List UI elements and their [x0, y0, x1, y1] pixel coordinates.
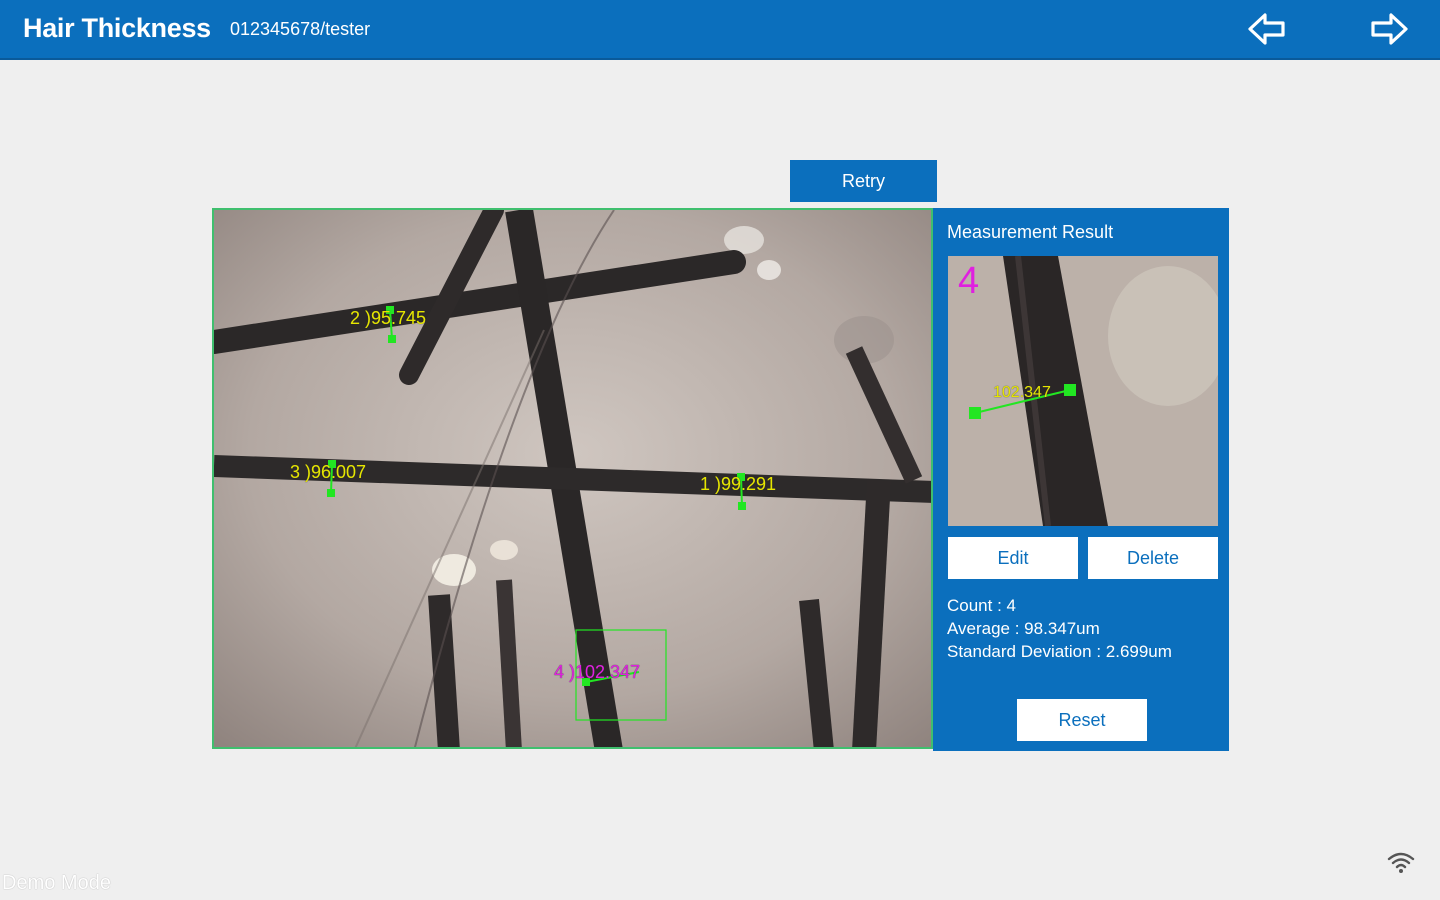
wifi-icon	[1386, 850, 1416, 874]
forward-button[interactable]	[1368, 8, 1410, 50]
demo-mode-label: Demo Mode	[2, 872, 111, 894]
measurement-label-3[interactable]: 3 )96.007	[290, 462, 366, 483]
measurement-label-1[interactable]: 1 )99.291	[700, 474, 776, 495]
result-title: Measurement Result	[947, 222, 1114, 242]
back-button[interactable]	[1246, 8, 1288, 50]
app-header: Hair Thickness 012345678/tester	[0, 0, 1440, 60]
thumbnail-drawing	[948, 256, 1218, 526]
measurement-label-2[interactable]: 2 )95.745	[350, 308, 426, 329]
reset-button[interactable]: Reset	[1017, 699, 1147, 741]
delete-button[interactable]: Delete	[1088, 537, 1218, 579]
arrow-left-icon	[1248, 13, 1285, 45]
arrow-right-icon	[1371, 13, 1408, 45]
user-id: 012345678/tester	[230, 19, 371, 39]
std-dev-stat: Standard Deviation : 2.699um	[947, 642, 1172, 661]
selected-measurement-value: 102.347	[993, 384, 1051, 401]
measurement-result-panel: Measurement Result 4 102.347 Edit Delete…	[933, 208, 1229, 751]
measurement-stats: Count : 4 Average : 98.347um Standard De…	[947, 594, 1172, 663]
app-title: Hair Thickness	[23, 13, 211, 43]
result-thumbnail: 4 102.347	[948, 256, 1218, 526]
retry-button[interactable]: Retry	[790, 160, 937, 202]
microscope-image[interactable]: 1 )99.291 2 )95.745 3 )96.007 4 )102.347	[212, 208, 933, 749]
edit-button[interactable]: Edit	[948, 537, 1078, 579]
average-stat: Average : 98.347um	[947, 619, 1100, 638]
selected-measurement-index: 4	[958, 260, 980, 302]
count-stat: Count : 4	[947, 596, 1016, 615]
measurement-label-4[interactable]: 4 )102.347	[554, 662, 640, 683]
